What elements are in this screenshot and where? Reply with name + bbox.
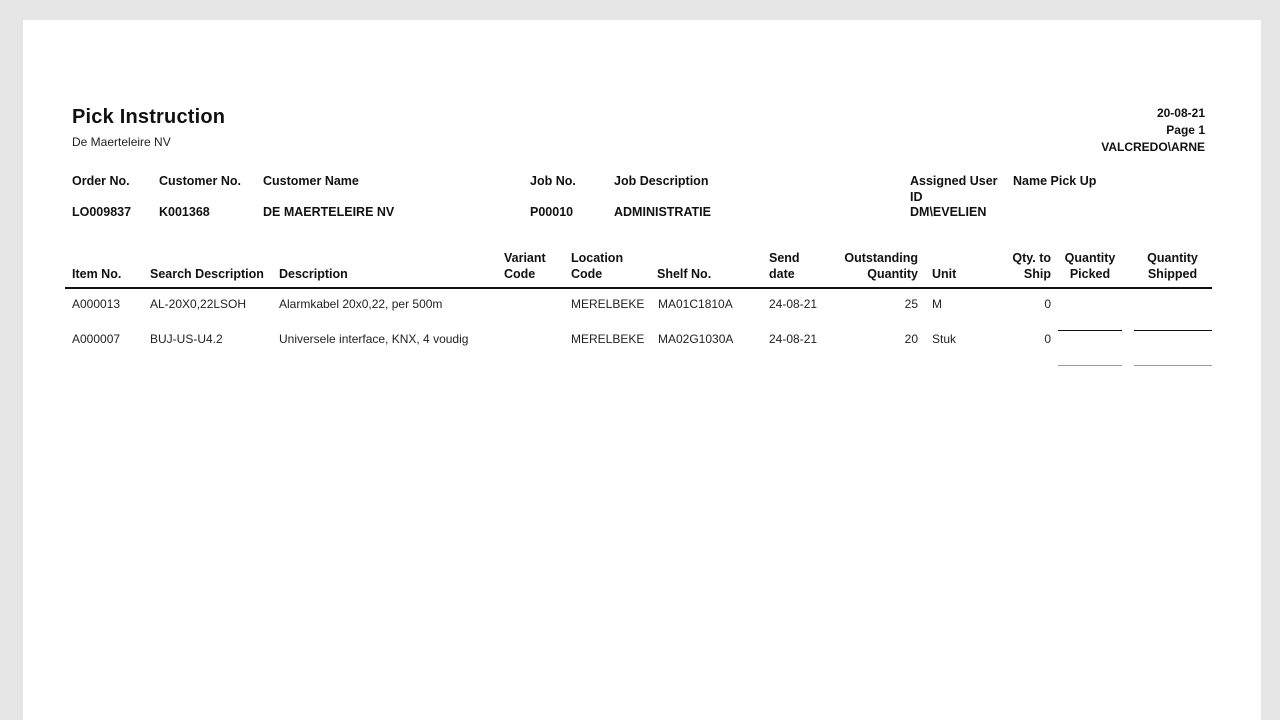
name-pick-up-label: Name Pick Up bbox=[1013, 174, 1097, 188]
company-name: De Maerteleire NV bbox=[72, 135, 171, 149]
col-send-date: Send date bbox=[769, 251, 800, 281]
row-search-description: BUJ-US-U4.2 bbox=[150, 332, 223, 346]
col-quantity-picked: Quantity Picked bbox=[1064, 251, 1116, 281]
col-variant-code: Variant Code bbox=[504, 251, 546, 281]
job-description-label: Job Description bbox=[614, 174, 709, 188]
row-send-date: 24-08-21 bbox=[769, 332, 818, 346]
row-outstanding-quantity: 20 bbox=[904, 332, 918, 346]
report-page: Pick Instruction De Maerteleire NV 20-08… bbox=[23, 20, 1261, 720]
col-item-no: Item No. bbox=[72, 267, 122, 281]
row-description: Alarmkabel 20x0,22, per 500m bbox=[279, 297, 443, 311]
customer-name-value: DE MAERTELEIRE NV bbox=[263, 205, 395, 219]
row-description: Universele interface, KNX, 4 voudig bbox=[279, 332, 469, 346]
customer-no-value: K001368 bbox=[159, 205, 210, 219]
quantity-picked-signature-line[interactable] bbox=[1058, 365, 1122, 366]
row-shelf-no: MA02G1030A bbox=[658, 332, 734, 346]
col-search-description: Search Description bbox=[150, 267, 264, 281]
col-location-code: Location Code bbox=[571, 251, 624, 281]
customer-name-label: Customer Name bbox=[263, 174, 359, 188]
row-send-date: 24-08-21 bbox=[769, 297, 818, 311]
row-item-no: A000007 bbox=[72, 332, 121, 346]
customer-no-label: Customer No. bbox=[159, 174, 241, 188]
order-no-value: LO009837 bbox=[72, 205, 132, 219]
job-no-value: P00010 bbox=[530, 205, 574, 219]
assigned-user-label-line2: ID bbox=[910, 190, 923, 204]
report-title: Pick Instruction bbox=[72, 106, 226, 128]
quantity-shipped-signature-line[interactable] bbox=[1134, 365, 1212, 366]
row-unit: Stuk bbox=[932, 332, 957, 346]
row-qty-to-ship: 0 bbox=[1044, 332, 1051, 346]
row-outstanding-quantity: 25 bbox=[904, 297, 918, 311]
row-location-code: MERELBEKE bbox=[571, 297, 645, 311]
assigned-user-value: DM\EVELIEN bbox=[910, 205, 987, 219]
row-unit: M bbox=[932, 297, 942, 311]
row-location-code: MERELBEKE bbox=[571, 332, 645, 346]
order-no-label: Order No. bbox=[72, 174, 130, 188]
report-user: VALCREDO\ARNE bbox=[1101, 140, 1205, 154]
row-shelf-no: MA01C1810A bbox=[658, 297, 733, 311]
job-description-value: ADMINISTRATIE bbox=[614, 205, 711, 219]
col-shelf-no: Shelf No. bbox=[657, 267, 712, 281]
report-date: 20-08-21 bbox=[1156, 106, 1205, 120]
quantity-picked-signature-line[interactable] bbox=[1058, 330, 1122, 331]
col-description: Description bbox=[279, 267, 348, 281]
row-qty-to-ship: 0 bbox=[1044, 297, 1051, 311]
col-outstanding-quantity: Outstanding Quantity bbox=[844, 251, 918, 281]
job-no-label: Job No. bbox=[530, 174, 576, 188]
assigned-user-label-line1: Assigned User bbox=[910, 174, 998, 188]
row-item-no: A000013 bbox=[72, 297, 121, 311]
quantity-shipped-signature-line[interactable] bbox=[1134, 330, 1212, 331]
col-quantity-shipped: Quantity Shipped bbox=[1147, 251, 1198, 281]
col-qty-to-ship: Qty. to Ship bbox=[1012, 251, 1051, 281]
assigned-user-label: Assigned User ID bbox=[910, 173, 998, 205]
row-search-description: AL-20X0,22LSOH bbox=[150, 297, 247, 311]
header-divider bbox=[65, 287, 1212, 289]
col-unit: Unit bbox=[932, 267, 957, 281]
page-number: Page 1 bbox=[1166, 123, 1205, 137]
